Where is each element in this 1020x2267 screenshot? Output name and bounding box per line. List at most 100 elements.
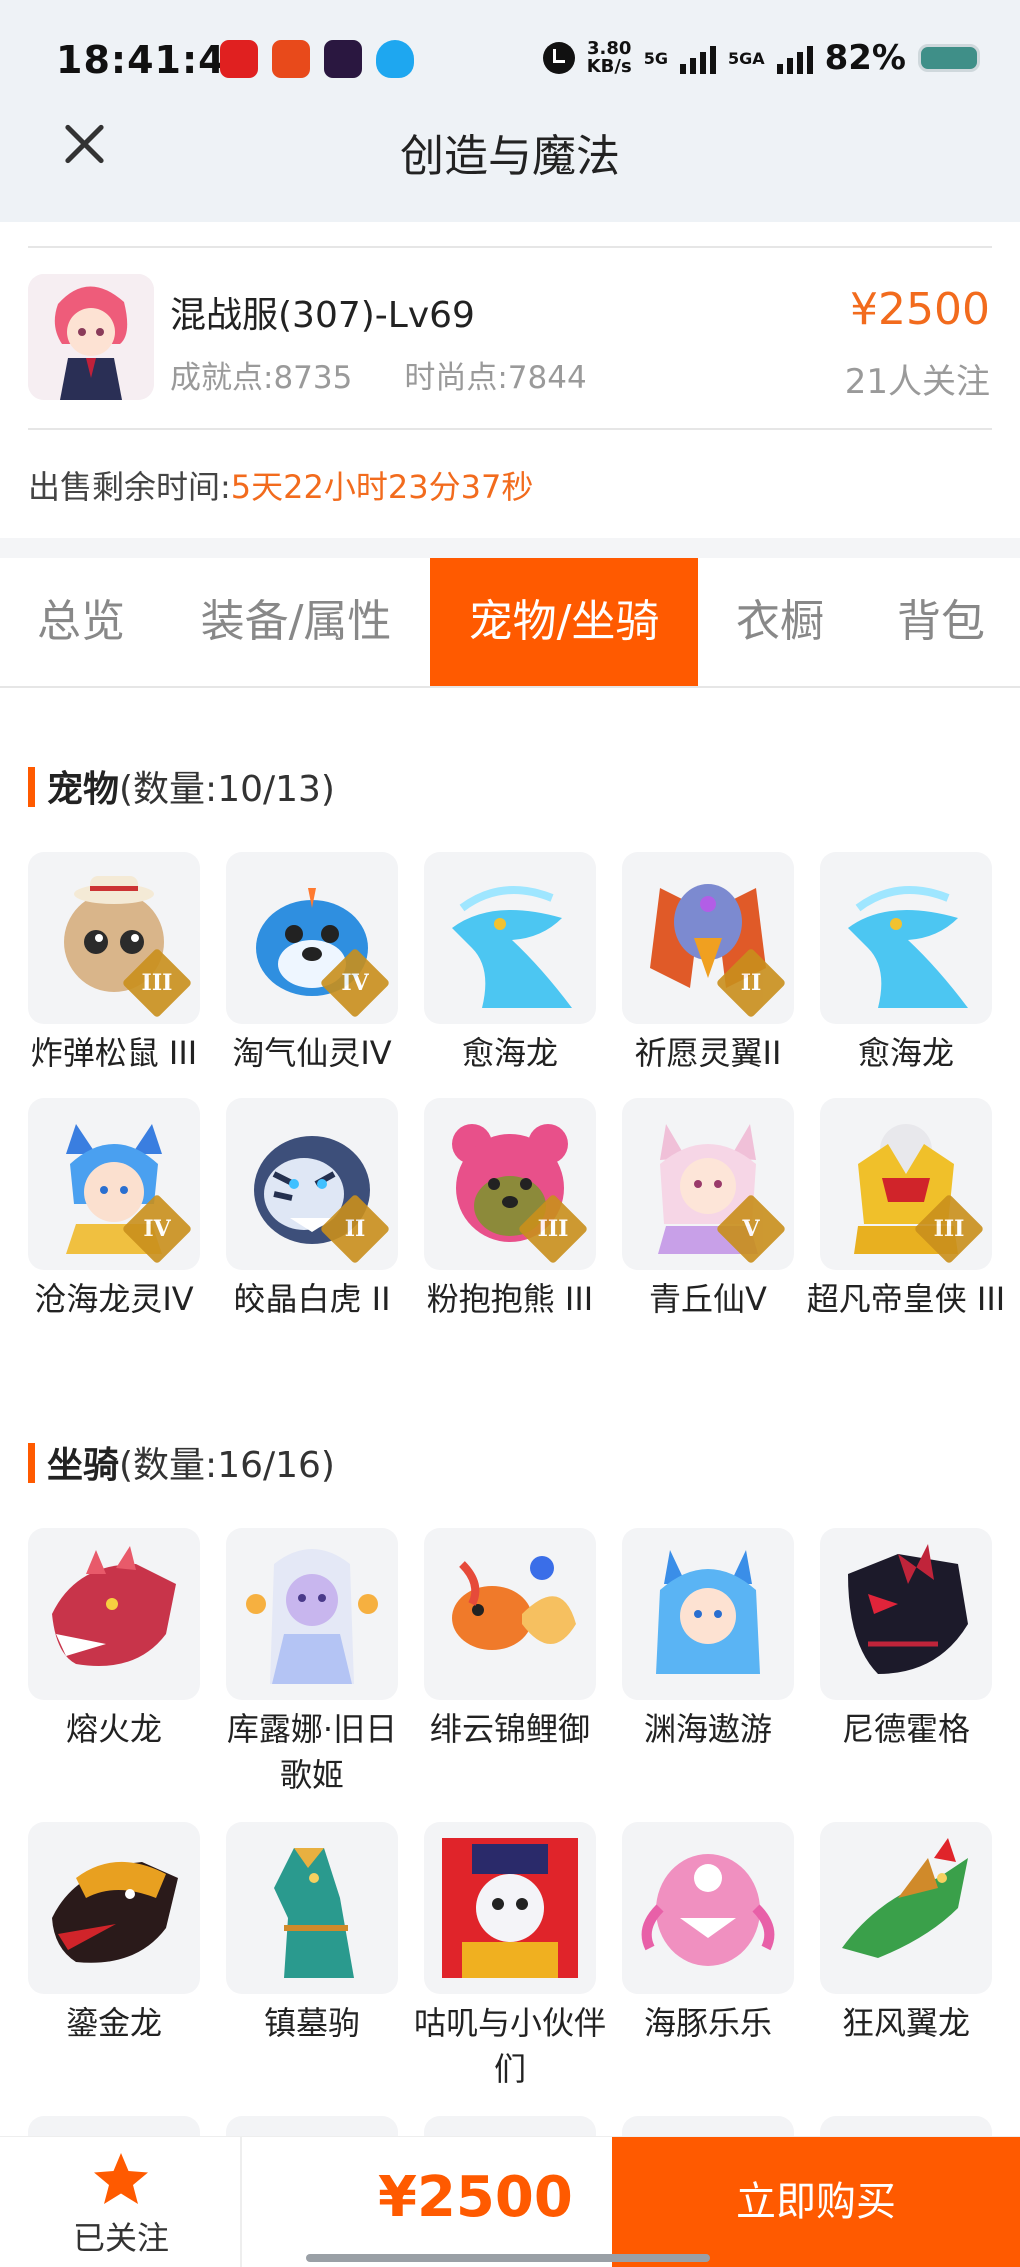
mount-name: 渊海遨游 <box>643 1710 772 1748</box>
mount-item[interactable]: 尼德霍格 <box>820 1528 992 1752</box>
pet-item[interactable]: II 祈愿灵翼II <box>622 852 794 1076</box>
remaining-time: 出售剩余时间:5天22小时23分37秒 <box>28 462 533 508</box>
mount-item[interactable]: 库露娜·旧日歌姬 <box>226 1528 398 1798</box>
mount-name: 绯云锦鲤御 <box>429 1710 590 1748</box>
mount-name: 鎏金龙 <box>65 2004 162 2042</box>
star-icon <box>94 2153 148 2204</box>
net-speed-unit: KB/s <box>586 56 632 77</box>
pet-name: 沧海龙灵IV <box>34 1280 194 1318</box>
pet-name: 炸弹松鼠 III <box>30 1034 198 1072</box>
pets-section-title: 宠物(数量:10/13) <box>28 760 335 812</box>
fashion-points: 时尚点:7844 <box>404 360 587 396</box>
mounts-title: 坐骑 <box>47 1445 120 1486</box>
status-bar: 18:41:49 3.80 KB/s 5G 5GA 82% <box>0 0 1020 120</box>
alarm-icon <box>542 42 575 74</box>
points: 成就点:8735 时尚点:7844 <box>170 352 587 397</box>
section-marker <box>28 1443 35 1483</box>
pet-item[interactable]: 愈海龙 <box>424 852 596 1076</box>
remaining-time-value: 5天22小时23分37秒 <box>230 468 534 506</box>
dolphin-mount-icon <box>622 1822 794 1994</box>
news-app-icon <box>272 40 310 78</box>
section-gap <box>0 538 1020 558</box>
pets-count: (数量:10/13) <box>119 769 335 810</box>
squirrel-pet-icon: III <box>28 852 200 1024</box>
mount-item[interactable]: 海豚乐乐 <box>622 1822 794 2046</box>
tab-wardrobe[interactable]: 衣橱 <box>710 558 850 686</box>
black-dragon-mount-icon <box>820 1528 992 1700</box>
mount-name: 海豚乐乐 <box>643 2004 772 2042</box>
pet-name: 青丘仙V <box>649 1280 767 1318</box>
remaining-time-label: 出售剩余时间: <box>28 468 231 506</box>
tab-bar: 总览 装备/属性 宠物/坐骑 衣橱 背包 <box>0 558 1020 688</box>
pet-name: 祈愿灵翼II <box>634 1034 782 1072</box>
rank-badge: II <box>319 1193 391 1265</box>
pet-item[interactable]: IV 淘气仙灵IV <box>226 852 398 1076</box>
divider <box>28 428 992 430</box>
pet-item[interactable]: II 皎晶白虎 II <box>226 1098 398 1322</box>
mount-name: 咕叽与小伙伴们 <box>413 2004 606 2088</box>
follow-label: 已关注 <box>72 2219 169 2257</box>
page-title: 创造与魔法 <box>400 131 620 182</box>
net-speed: 3.80 KB/s <box>587 40 632 76</box>
qq-icon <box>376 40 414 78</box>
section-marker <box>28 767 35 807</box>
fox-fairy-pet-icon: V <box>622 1098 794 1270</box>
mount-item[interactable]: 咕叽与小伙伴们 <box>414 1822 606 2092</box>
tab-pets-mounts[interactable]: 宠物/坐骑 <box>430 558 698 686</box>
mount-item[interactable]: 渊海遨游 <box>622 1528 794 1752</box>
divider <box>28 246 992 248</box>
fire-dragon-mount-icon <box>28 1528 200 1700</box>
pet-name: 淘气仙灵IV <box>232 1034 392 1072</box>
blue-dog-pet-icon: IV <box>226 852 398 1024</box>
network-5ga-label: 5GA <box>727 48 765 68</box>
pet-item[interactable]: III 粉抱抱熊 III <box>424 1098 596 1322</box>
sea-rider-mount-icon <box>622 1528 794 1700</box>
pet-item[interactable]: III 超凡帝皇侠 III <box>807 1098 1005 1322</box>
pet-item[interactable]: IV 沧海龙灵IV <box>28 1098 200 1322</box>
mount-item[interactable]: 绯云锦鲤御 <box>424 1528 596 1752</box>
mount-item[interactable]: 狂风翼龙 <box>820 1822 992 2046</box>
rank-badge: V <box>715 1193 787 1265</box>
rank-badge: II <box>715 947 787 1019</box>
mount-name: 狂风翼龙 <box>841 2004 970 2042</box>
battery-icon <box>918 44 980 72</box>
pet-item[interactable]: V 青丘仙V <box>622 1098 794 1322</box>
pink-bear-pet-icon: III <box>424 1098 596 1270</box>
mount-item[interactable]: 鎏金龙 <box>28 1822 200 2046</box>
signal-icon-2 <box>776 42 813 74</box>
rank-badge: IV <box>121 1193 193 1265</box>
bottom-bar: 已关注 ¥2500 立即购买 <box>0 2136 1020 2267</box>
rank-badge: III <box>913 1193 985 1265</box>
pet-item[interactable]: III 炸弹松鼠 III <box>28 852 200 1076</box>
tab-backpack[interactable]: 背包 <box>868 558 1014 686</box>
mounts-section-title: 坐骑(数量:16/16) <box>28 1436 335 1488</box>
netease-music-icon <box>220 40 258 78</box>
network-5g-label: 5G <box>643 48 668 68</box>
griffin-pet-icon: II <box>622 852 794 1024</box>
signal-icon <box>679 42 716 74</box>
price: ¥2500 <box>850 284 990 335</box>
mounts-count: (数量:16/16) <box>119 1445 335 1486</box>
jade-horse-mount-icon <box>226 1822 398 1994</box>
pet-name: 超凡帝皇侠 III <box>806 1280 1006 1318</box>
buy-now-button[interactable]: 立即购买 <box>612 2137 1020 2267</box>
mount-item[interactable]: 熔火龙 <box>28 1528 200 1752</box>
mount-item[interactable]: 镇墓驹 <box>226 1822 398 2046</box>
mount-name: 尼德霍格 <box>841 1710 970 1748</box>
follow-button[interactable]: 已关注 <box>0 2137 242 2267</box>
pet-name: 粉抱抱熊 III <box>426 1280 594 1318</box>
notification-icons <box>220 40 414 78</box>
character-avatar <box>28 274 154 400</box>
sea-dragon-pet-icon <box>424 852 596 1024</box>
pet-name: 愈海龙 <box>461 1034 558 1072</box>
tab-overview[interactable]: 总览 <box>0 558 162 686</box>
rank-badge: IV <box>319 947 391 1019</box>
white-tiger-pet-icon: II <box>226 1098 398 1270</box>
sea-dragon-pet-icon <box>820 852 992 1024</box>
dragon-spirit-pet-icon: IV <box>28 1098 200 1270</box>
home-indicator <box>306 2254 710 2262</box>
achievement-points: 成就点:8735 <box>170 360 353 396</box>
pets-title: 宠物 <box>47 769 120 810</box>
tab-equipment[interactable]: 装备/属性 <box>176 558 416 686</box>
pet-item[interactable]: 愈海龙 <box>820 852 992 1076</box>
